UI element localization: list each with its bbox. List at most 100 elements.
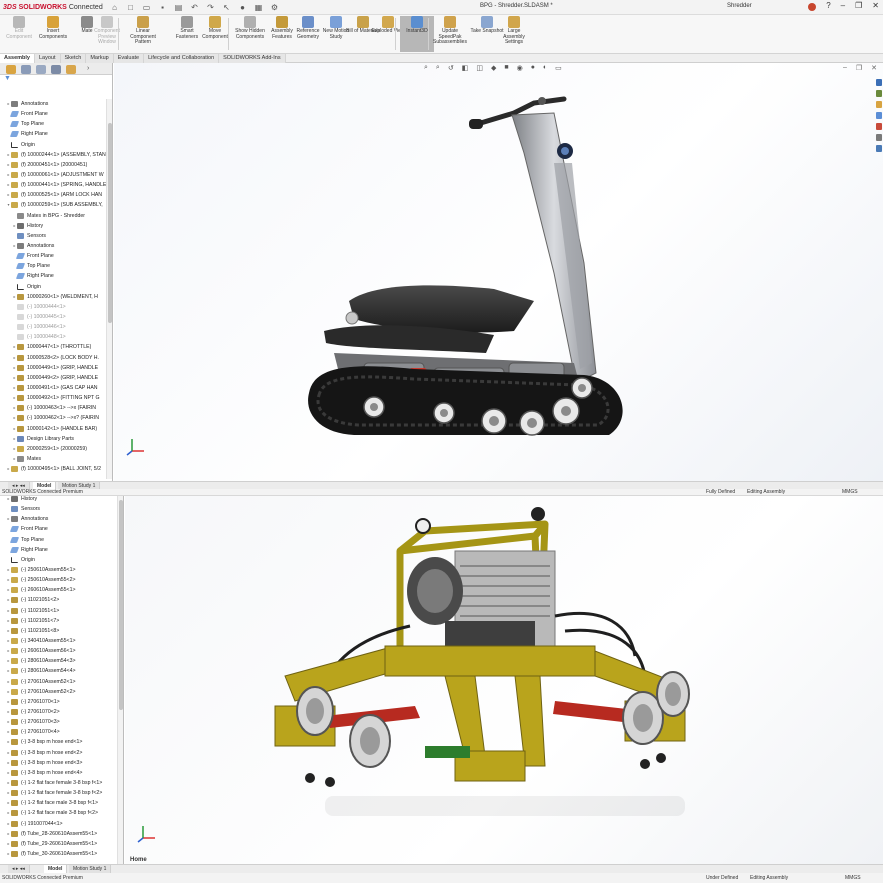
help-icon[interactable]: ? — [826, 1, 830, 11]
tree-item[interactable]: Right Plane — [0, 545, 117, 555]
tree-item[interactable]: ▸ (-) 250610Assem55<2> — [0, 575, 117, 585]
tree-item[interactable]: ▸ (-) 27061070<4> — [0, 727, 117, 737]
tree-item[interactable]: ▸ 10000492<1> (FITTING NPT G — [0, 393, 106, 403]
select-icon[interactable]: ↖ — [222, 3, 231, 12]
tree-item[interactable]: Top Plane — [0, 261, 106, 271]
feature-tree-scrollbar[interactable] — [106, 99, 112, 479]
tree-item[interactable]: ▸ (f) Tube_28-260610Assem55<1> — [0, 829, 117, 839]
save-icon[interactable]: ▪ — [158, 3, 167, 12]
tab-solidworks-add-ins[interactable]: SOLIDWORKS Add-Ins — [219, 54, 286, 63]
tab-model-bottom[interactable]: Model — [44, 865, 68, 873]
tree-item[interactable]: ▸ (-) 270610Assem52<2> — [0, 687, 117, 697]
tree-item[interactable]: Top Plane — [0, 535, 117, 545]
tree-item[interactable]: ▸ 10000449<1> (GRIP, HANDLE — [0, 363, 106, 373]
tree-item[interactable]: ▸ (f) Tube_30-260610Assem55<1> — [0, 849, 117, 859]
tree-item[interactable]: ▸ (f) Tube_29-260610Assem55<1> — [0, 839, 117, 849]
tree-item[interactable]: ▸ (-) 27061070<2> — [0, 707, 117, 717]
filter-icon[interactable]: ▼ — [0, 75, 112, 85]
tab-markup[interactable]: Markup — [86, 54, 114, 63]
tree-item[interactable]: Top Plane — [0, 119, 106, 129]
tree-item[interactable]: ▸ (-) 11021051<1> — [0, 606, 117, 616]
tree-item[interactable]: ▾ (f) 10000259<1> (SUB ASSEMBLY, — [0, 200, 106, 210]
feature-manager-tab-icon[interactable] — [6, 65, 16, 74]
tree-item[interactable]: ▸ (-) 280610Assem54<3> — [0, 656, 117, 666]
tree-item[interactable]: Origin — [0, 282, 106, 292]
tree-item[interactable]: ▸ (f) 10000525<1> (ARM LOCK HAN — [0, 190, 106, 200]
tree-item[interactable]: ▸ (-) 260610Assem55<1> — [0, 585, 117, 595]
tree-item[interactable]: Front Plane — [0, 251, 106, 261]
tree-item[interactable]: ▸ 10000528<2> (LOCK BODY H. — [0, 353, 106, 363]
tree-item[interactable]: Origin — [0, 140, 106, 150]
tree-item[interactable]: Sensors — [0, 231, 106, 241]
tree-item[interactable]: ▸ History — [0, 494, 117, 504]
tree-item[interactable]: Right Plane — [0, 271, 106, 281]
tree-item[interactable]: ▸ Annotations — [0, 514, 117, 524]
tree-item[interactable]: ▸ Mates — [0, 454, 106, 464]
graphics-viewport-bottom[interactable]: Home — [125, 496, 883, 864]
tree-item[interactable]: ▸ (-) 270610Assem52<1> — [0, 677, 117, 687]
tab-assembly[interactable]: Assembly — [0, 54, 35, 63]
tree-item[interactable]: (-) 10000445<1> — [0, 312, 106, 322]
rebuild-icon[interactable]: ● — [238, 3, 247, 12]
chevron-right-icon[interactable]: › — [87, 65, 89, 72]
agricultural-machine-3d-model[interactable] — [125, 496, 883, 864]
tree-item[interactable]: (-) 10000448<1> — [0, 332, 106, 342]
tree-item[interactable]: ▸ (-) 1-2 flat face female 3-8 bsp f<1> — [0, 778, 117, 788]
ribbon-button-large-assembly-settings[interactable]: Large Assembly Settings — [497, 16, 531, 46]
tree-item[interactable]: ▸ (f) 10000495<1> (BALL JOINT, 5/2 — [0, 464, 106, 474]
scrollbar-thumb[interactable] — [119, 500, 123, 710]
tab-sketch[interactable]: Sketch — [60, 54, 87, 63]
ribbon-button-insert-components[interactable]: Insert Components — [36, 16, 70, 40]
shredder-3d-model[interactable] — [114, 63, 883, 481]
tree-item[interactable]: ▸ Annotations — [0, 241, 106, 251]
tree-item[interactable]: ▸ (-) 11021051<2> — [0, 595, 117, 605]
tree-item[interactable]: ▸ Annotations — [0, 99, 106, 109]
tree-item[interactable]: Mates in BPG - Shredder — [0, 211, 106, 221]
tree-item[interactable]: ▸ (-) 250610Assem55<1> — [0, 565, 117, 575]
restore-icon[interactable]: ❐ — [855, 1, 862, 11]
tree-item[interactable]: ▸ (-) 3-8 bsp m hose end<3> — [0, 758, 117, 768]
ribbon-button-move-component[interactable]: Move Component — [198, 16, 232, 40]
tree-item[interactable]: ▸ 10000491<1> (GAS CAP HAN — [0, 383, 106, 393]
new-document-icon[interactable]: □ — [126, 3, 135, 12]
feature-tree-scrollbar[interactable] — [117, 496, 123, 864]
dimxpert-tab-icon[interactable] — [51, 65, 61, 74]
tree-item[interactable]: ▸ (-) 340410Assem55<1> — [0, 636, 117, 646]
tree-item[interactable]: Right Plane — [0, 129, 106, 139]
minimize-icon[interactable]: – — [841, 1, 845, 11]
nav-arrows-icon[interactable]: ◂ ▸ ◂◂ — [8, 865, 30, 873]
configuration-manager-tab-icon[interactable] — [36, 65, 46, 74]
graphics-viewport-top[interactable]: ⌕ ⌕ ↺ ◧ ◫ ◆ ■ ◉ ● ◐ ▭ – ❐ ✕ — [114, 63, 883, 481]
ribbon-button-linear-component-pattern[interactable]: Linear Component Pattern — [126, 16, 160, 46]
tree-item[interactable]: ▸ (-) 280610Assem54<4> — [0, 666, 117, 676]
units-selector[interactable]: MMGS — [842, 489, 858, 496]
avatar[interactable] — [808, 3, 817, 11]
tree-item[interactable]: Sensors — [0, 504, 117, 514]
units-selector[interactable]: MMGS — [845, 873, 861, 883]
open-icon[interactable]: ▭ — [142, 3, 151, 12]
tree-item[interactable]: ▸ 10000260<1> (WELDMENT, H — [0, 292, 106, 302]
home-icon[interactable]: ⌂ — [110, 3, 119, 12]
tree-item[interactable]: (-) 10000446<1> — [0, 322, 106, 332]
tab-motion-study-bottom[interactable]: Motion Study 1 — [69, 865, 112, 873]
tab-lifecycle-and-collaboration[interactable]: Lifecycle and Collaboration — [144, 54, 220, 63]
tree-item[interactable]: ▸ (-) 27061070<3> — [0, 717, 117, 727]
tree-item[interactable]: ▸ (-) 3-8 bsp m hose end<1> — [0, 737, 117, 747]
tree-item[interactable]: ▸ (f) 10000244<1> (ASSEMBLY, STAND — [0, 150, 106, 160]
tab-layout[interactable]: Layout — [35, 54, 61, 63]
property-manager-tab-icon[interactable] — [21, 65, 31, 74]
tree-item[interactable]: (-) 10000444<1> — [0, 302, 106, 312]
tree-item[interactable]: ▸ 10000447<1> (THROTTLE) — [0, 342, 106, 352]
tree-item[interactable]: ▸ (-) 27061070<1> — [0, 697, 117, 707]
redo-icon[interactable]: ↷ — [206, 3, 215, 12]
tree-item[interactable]: Front Plane — [0, 109, 106, 119]
undo-icon[interactable]: ↶ — [190, 3, 199, 12]
tree-item[interactable]: ▸ (f) 10000061<1> (ADJUSTMENT W — [0, 170, 106, 180]
tree-item[interactable]: ▸ History — [0, 221, 106, 231]
ribbon-button-update-speedpak-subassemblies[interactable]: Update SpeedPak Subassemblies — [433, 16, 467, 46]
tab-evaluate[interactable]: Evaluate — [113, 54, 145, 63]
app-logo[interactable]: 3DS SOLIDWORKS Connected — [0, 4, 105, 11]
user-name[interactable]: Shredder — [727, 3, 752, 9]
tree-item[interactable]: ▸ 10000449<2> (GRIP, HANDLE — [0, 373, 106, 383]
tree-item[interactable]: ▸ (-) 11021051<8> — [0, 626, 117, 636]
